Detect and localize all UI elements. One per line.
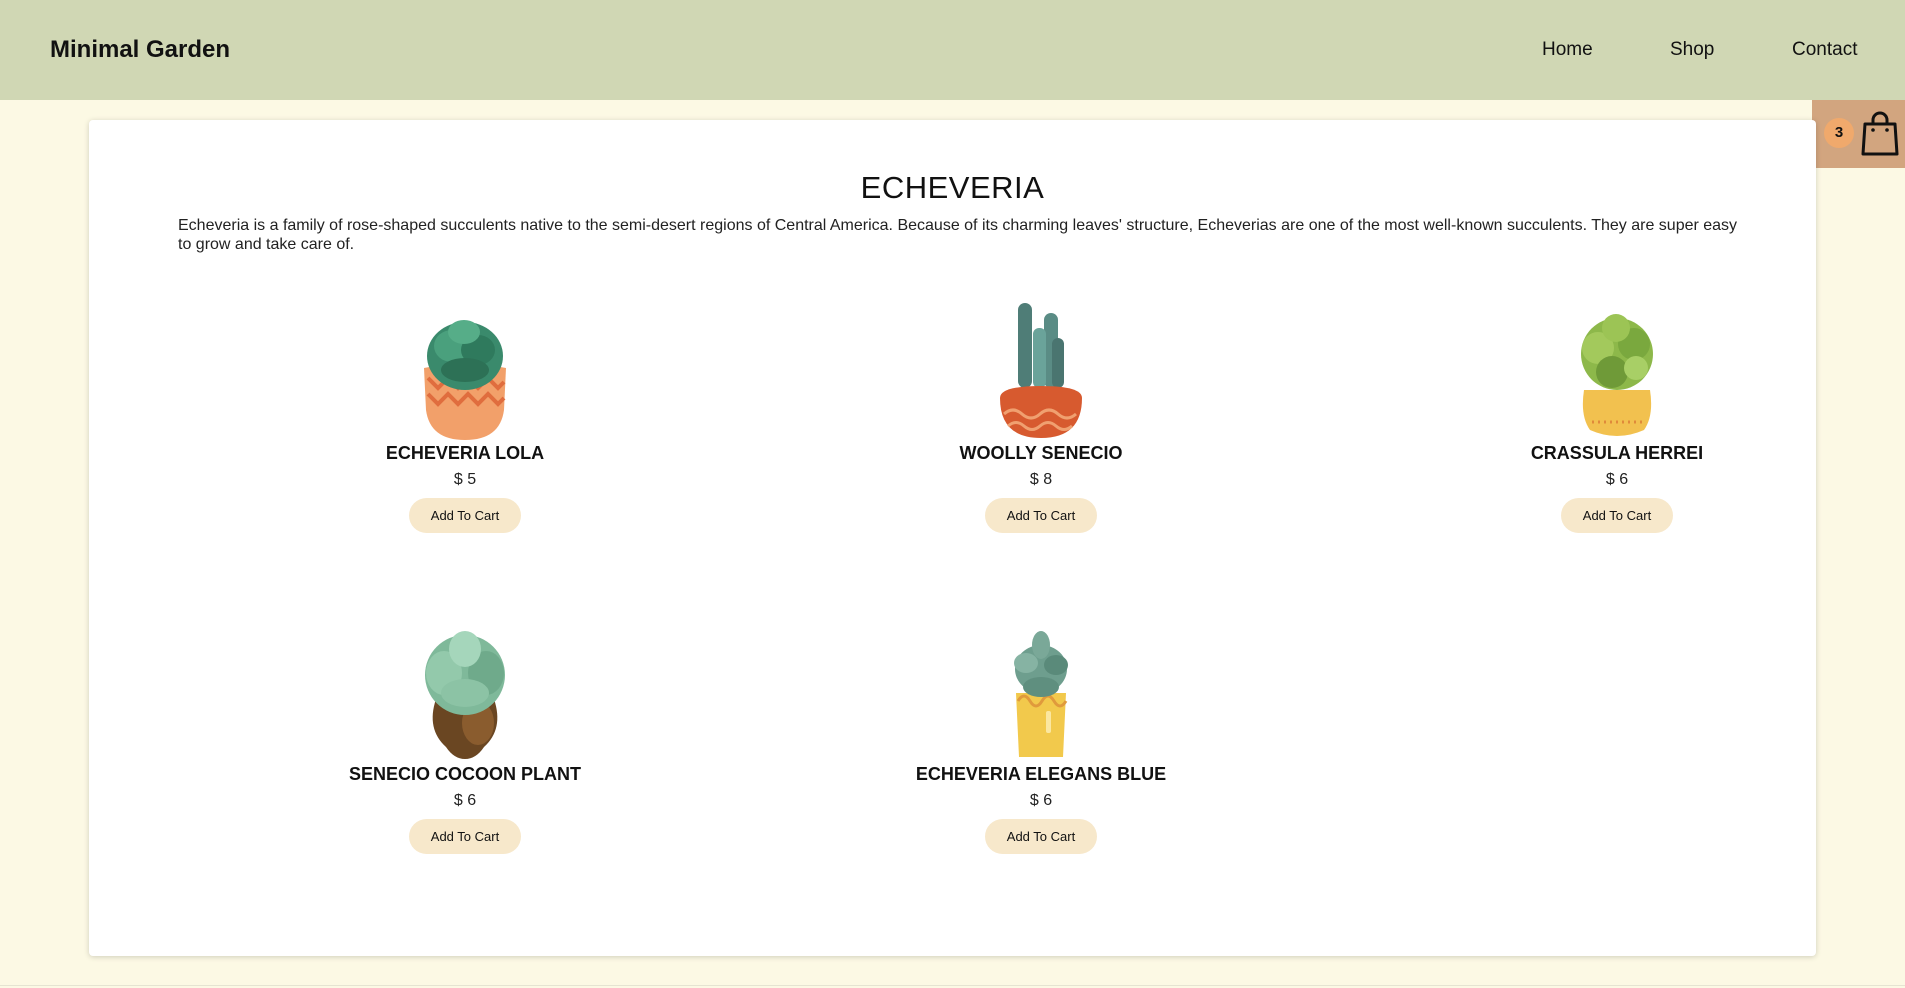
product-name: CRASSULA HERREI (1530, 443, 1704, 463)
category-description: Echeveria is a family of rose-shaped suc… (178, 217, 1738, 253)
product-price: $ 6 (1029, 792, 1053, 809)
product-price: $ 6 (453, 792, 477, 809)
senecio-cocoon-plant-icon[interactable] (400, 619, 530, 764)
site-header: Minimal Garden Home Shop Contact (0, 0, 1905, 100)
add-to-cart-button[interactable]: Add To Cart (1561, 498, 1673, 533)
product-card: ECHEVERIA ELEGANS BLUE $ 6 Add To Cart (821, 619, 1261, 854)
cart-button[interactable]: 3 (1812, 100, 1905, 168)
add-to-cart-button[interactable]: Add To Cart (985, 819, 1097, 854)
category-title: ECHEVERIA (860, 170, 1045, 205)
product-name: WOOLLY SENECIO (959, 443, 1123, 463)
product-card: SENECIO COCOON PLANT $ 6 Add To Cart (245, 619, 685, 854)
nav-shop-link[interactable]: Shop (1670, 39, 1714, 61)
crassula-herrei-plant-icon[interactable] (1552, 298, 1682, 443)
woolly-senecio-plant-icon[interactable] (976, 298, 1106, 443)
product-name: ECHEVERIA ELEGANS BLUE (915, 764, 1167, 784)
product-name: SENECIO COCOON PLANT (348, 764, 581, 784)
brand-logo[interactable]: Minimal Garden (50, 36, 230, 64)
echeveria-elegans-blue-plant-icon[interactable] (976, 619, 1106, 764)
product-card: WOOLLY SENECIO $ 8 Add To Cart (821, 298, 1261, 533)
add-to-cart-button[interactable]: Add To Cart (409, 498, 521, 533)
nav-home-link[interactable]: Home (1542, 39, 1593, 61)
product-price: $ 6 (1605, 471, 1629, 488)
add-to-cart-button[interactable]: Add To Cart (409, 819, 521, 854)
add-to-cart-button[interactable]: Add To Cart (985, 498, 1097, 533)
product-card: CRASSULA HERREI $ 6 Add To Cart (1397, 298, 1837, 533)
product-name: ECHEVERIA LOLA (385, 443, 545, 463)
product-price: $ 8 (1029, 471, 1053, 488)
cart-count-badge: 3 (1824, 118, 1854, 148)
nav-contact-link[interactable]: Contact (1792, 39, 1857, 61)
product-card: ECHEVERIA LOLA $ 5 Add To Cart (245, 298, 685, 533)
category-card: ECHEVERIA Echeveria is a family of rose-… (89, 120, 1816, 956)
shopping-bag-icon (1861, 111, 1899, 156)
echeveria-lola-plant-icon[interactable] (400, 298, 530, 443)
product-price: $ 5 (453, 471, 477, 488)
footer-divider (0, 985, 1905, 986)
